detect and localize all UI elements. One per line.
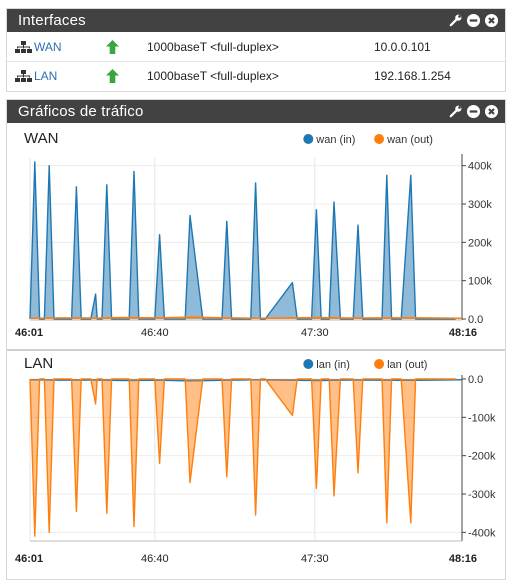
x-tick-label: 47:30 — [301, 553, 329, 565]
close-icon[interactable] — [484, 104, 499, 119]
y-tick-label: 0.0 — [468, 374, 483, 386]
series-line-wan-in — [29, 161, 456, 320]
wrench-icon[interactable] — [448, 13, 463, 28]
x-tick-label: 46:01 — [15, 553, 43, 565]
traffic-panel-title: Gráficos de tráfico — [18, 103, 144, 120]
interfaces-panel: Interfaces WAN 1000baseT <full-duplex> 1… — [6, 8, 506, 92]
status-up-arrow-icon — [106, 69, 119, 83]
y-tick-label: -200k — [468, 451, 496, 463]
chart-title: WAN — [24, 130, 58, 147]
y-tick-label: 300k — [468, 199, 492, 211]
y-tick-label: 400k — [468, 161, 492, 173]
network-icon — [15, 41, 32, 53]
chart-divider — [7, 349, 505, 351]
series-area-wan-in — [30, 161, 456, 319]
wrench-icon[interactable] — [448, 104, 463, 119]
x-tick-label: 46:40 — [141, 327, 169, 339]
legend-label: lan (in) — [316, 359, 350, 371]
x-tick-label: 48:16 — [449, 327, 477, 339]
wan-traffic-chart: WAN wan (out)wan (in)400k300k200k100k0.04… — [15, 130, 492, 339]
interface-media: 1000baseT <full-duplex> — [147, 40, 279, 54]
y-tick-label: -400k — [468, 527, 496, 539]
legend-marker — [374, 359, 385, 369]
interface-media: 1000baseT <full-duplex> — [147, 69, 279, 83]
x-tick-label: 46:40 — [141, 553, 169, 565]
interface-ip: 10.0.0.101 — [374, 40, 431, 54]
network-icon — [15, 70, 32, 82]
legend-label: lan (out) — [387, 359, 427, 371]
y-tick-label: 100k — [468, 276, 492, 288]
y-tick-label: 0.0 — [468, 314, 483, 326]
series-area-lan-out — [30, 379, 456, 537]
lan-traffic-chart: LAN lan (out) lan (in) 0.0 -100k -200k -300k -4… — [15, 355, 496, 565]
x-tick-label: 47:30 — [301, 327, 329, 339]
legend-label: wan (in) — [315, 134, 355, 146]
interface-ip: 192.168.1.254 — [374, 69, 451, 83]
legend-marker — [303, 134, 314, 144]
interface-row-wan: WAN 1000baseT <full-duplex> 10.0.0.101 — [7, 33, 505, 61]
interfaces-panel-header: Interfaces — [7, 9, 505, 32]
y-tick-label: -100k — [468, 412, 496, 424]
traffic-graphs-panel: Gráficos de tráfico WAN wan (out) wan (in)… — [6, 99, 506, 580]
status-up-arrow-icon — [106, 40, 119, 54]
interface-row-lan: LAN 1000baseT <full-duplex> 192.168.1.25… — [7, 62, 505, 90]
legend-marker — [374, 134, 385, 144]
x-tick-label: 48:16 — [449, 553, 477, 565]
x-tick-label: 46:01 — [15, 327, 43, 339]
series-line-lan-out — [29, 378, 456, 537]
traffic-panel-header: Gráficos de tráfico — [7, 100, 505, 123]
legend-marker — [303, 359, 314, 369]
y-tick-label: 200k — [468, 237, 492, 249]
interface-name-link[interactable]: LAN — [34, 62, 57, 90]
close-icon[interactable] — [484, 13, 499, 28]
legend-label: wan (out) — [386, 134, 433, 146]
interfaces-panel-title: Interfaces — [18, 12, 86, 29]
y-tick-label: -300k — [468, 489, 496, 501]
chart-title: LAN — [24, 355, 53, 372]
minimize-icon[interactable] — [466, 104, 481, 119]
interface-name-link[interactable]: WAN — [34, 33, 62, 61]
minimize-icon[interactable] — [466, 13, 481, 28]
